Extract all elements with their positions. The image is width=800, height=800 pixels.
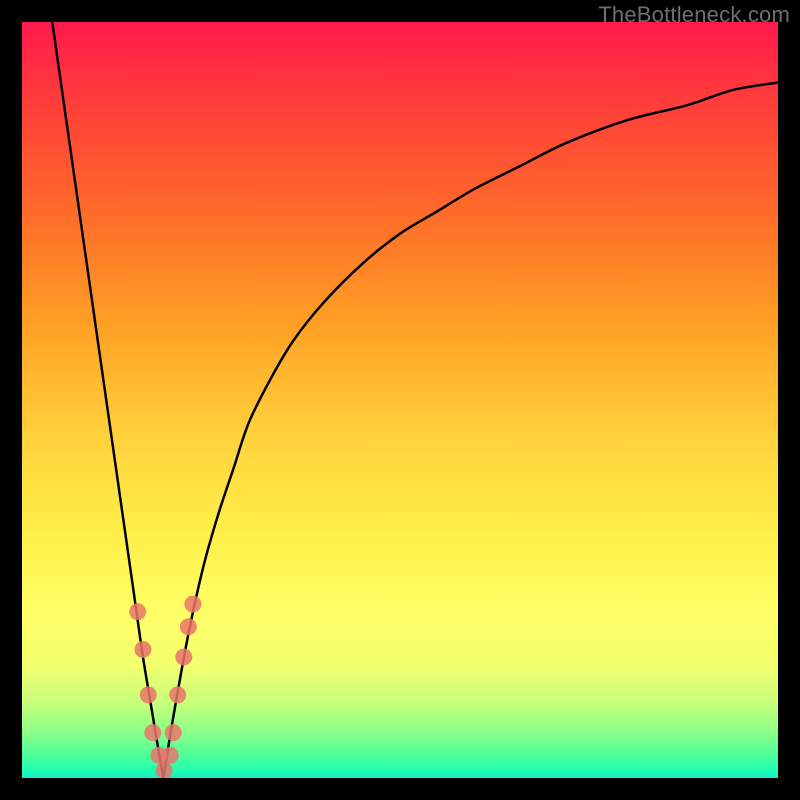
chart-frame: TheBottleneck.com (0, 0, 800, 800)
scatter-point (129, 603, 146, 620)
scatter-point (140, 686, 157, 703)
scatter-point (162, 747, 179, 764)
plot-area (22, 22, 778, 778)
curve-layer (22, 22, 778, 778)
scatter-point (165, 724, 182, 741)
scatter-point (184, 596, 201, 613)
scatter-point (156, 762, 173, 778)
scatter-point (169, 686, 186, 703)
scatter-point (180, 618, 197, 635)
scatter-point (144, 724, 161, 741)
bottleneck-curve (52, 22, 778, 778)
scatter-point (134, 641, 151, 658)
scatter-point (175, 649, 192, 666)
